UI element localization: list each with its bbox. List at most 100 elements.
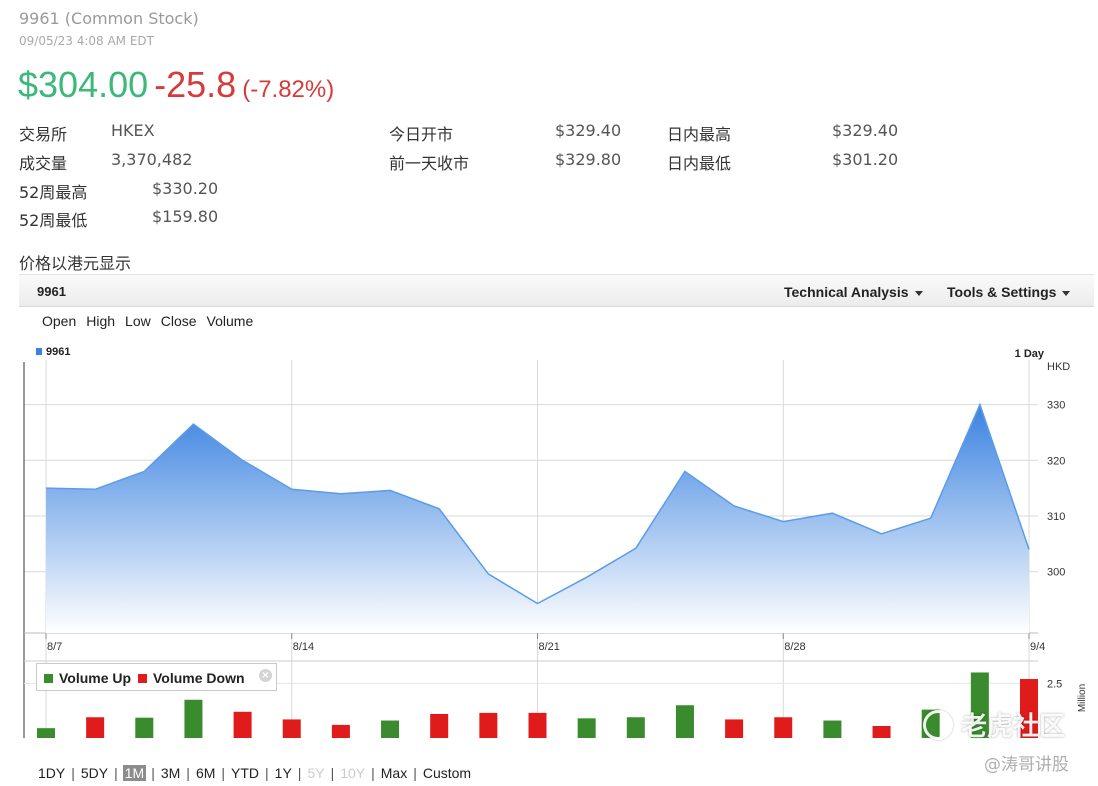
volume-bar-down (872, 725, 891, 738)
technical-analysis-label: Technical Analysis (784, 284, 909, 300)
stat-value: $329.40 (555, 121, 622, 140)
chart-header: 9961 Technical Analysis Tools & Settings (19, 274, 1094, 307)
stat-value: $159.80 (152, 207, 219, 226)
range-separator: | (297, 765, 302, 781)
volume-bar-up (135, 717, 154, 738)
ohlc-close-button[interactable]: Close (161, 313, 197, 329)
watermark-logo-text: 老虎社区 (961, 712, 1066, 742)
price-tick-label: 300 (1047, 567, 1065, 579)
stat-label: 前一天收市 (389, 154, 470, 173)
range-separator: | (265, 765, 269, 781)
volume-bar-down (528, 712, 547, 738)
volume-bar-down (233, 711, 252, 738)
volume-bar-down (479, 712, 498, 738)
stat-value: $329.40 (832, 121, 899, 140)
technical-analysis-menu[interactable]: Technical Analysis (784, 284, 923, 300)
tools-settings-label: Tools & Settings (947, 284, 1057, 300)
stat-value: $301.20 (832, 150, 899, 169)
price-change-percent: (-7.82%) (242, 76, 335, 103)
stat-value: $330.20 (152, 179, 219, 198)
stat-label: 交易所 (19, 125, 68, 144)
ohlc-open-button[interactable]: Open (42, 313, 76, 329)
volume-bar-up (184, 699, 203, 738)
price-change: -25.8 (154, 64, 237, 105)
ohlc-low-button[interactable]: Low (125, 313, 151, 329)
range-separator: | (151, 765, 155, 781)
date-tick-label: 8/14 (293, 641, 314, 653)
stat-label: 今日开市 (389, 125, 454, 144)
range-selector: 1DY | 5DY | 1M | 3M | 6M | YTD | 1Y | 5Y | 10Y | Max | Custo… (37, 765, 472, 781)
stat-value: 3,370,482 (111, 150, 193, 169)
volume-bar-up (823, 720, 842, 738)
legend-close-icon[interactable]: × (259, 669, 272, 682)
volume-tick-label: 2.5 (1047, 678, 1062, 690)
date-tick-label: 8/21 (539, 641, 560, 653)
price-tick-label: 330 (1047, 400, 1065, 412)
chart-symbol: 9961 (37, 284, 66, 299)
range-custom-button[interactable]: Custom (422, 765, 472, 781)
range-5dy-button[interactable]: 5DY (80, 765, 109, 781)
range-separator: | (114, 765, 118, 781)
stat-value: HKEX (111, 121, 155, 140)
interval-label: 1 Day (1015, 348, 1045, 360)
range-10y-button: 10Y (340, 765, 366, 781)
range-5y-button: 5Y (307, 765, 325, 781)
volume-bar-down (430, 713, 449, 738)
watermark-logo: 老虎社区 (923, 706, 1065, 743)
currency-note: 价格以港元显示 (19, 254, 132, 273)
stat-label: 52周最高 (19, 183, 88, 202)
volume-up-swatch-icon (44, 674, 53, 683)
range-separator: | (186, 765, 190, 781)
range-3m-button[interactable]: 3M (160, 765, 181, 781)
volume-unit-label: Million (1077, 684, 1088, 712)
tiger-logo-icon (923, 710, 953, 740)
range-1m-button[interactable]: 1M (122, 765, 147, 781)
last-price: $304.00 (18, 64, 149, 105)
volume-bar-down (774, 717, 793, 738)
range-separator: | (330, 765, 335, 781)
price-tick-label: 310 (1047, 511, 1065, 523)
volume-bar-up (381, 720, 400, 738)
date-tick-label: 8/28 (784, 641, 805, 653)
range-separator: | (71, 765, 75, 781)
volume-bar-down (86, 717, 105, 738)
stat-label: 52周最低 (19, 211, 88, 230)
stat-label: 成交量 (19, 154, 68, 173)
volume-legend: Volume Up Volume Down × (36, 663, 277, 691)
ohlc-high-button[interactable]: High (86, 313, 115, 329)
watermark-subtext: @涛哥讲股 (984, 755, 1069, 775)
volume-bar-down (331, 724, 350, 738)
legend-volume-up: Volume Up (44, 670, 131, 686)
date-tick-label: 9/4 (1030, 641, 1045, 653)
volume-bar-up (675, 705, 694, 738)
range-6m-button[interactable]: 6M (195, 765, 216, 781)
legend-volume-down: Volume Down (138, 670, 245, 686)
volume-down-swatch-icon (138, 674, 147, 683)
ohlc-menu: Open High Low Close Volume (42, 313, 263, 329)
volume-bar-down (725, 719, 744, 738)
caret-down-icon (1062, 290, 1071, 296)
range-max-button[interactable]: Max (380, 765, 408, 781)
ohlc-volume-button[interactable]: Volume (207, 313, 254, 329)
legend-volume-down-label: Volume Down (153, 670, 245, 686)
currency-axis-label: HKD (1047, 361, 1070, 373)
range-separator: | (371, 765, 375, 781)
range-1y-button[interactable]: 1Y (274, 765, 293, 781)
tools-settings-menu[interactable]: Tools & Settings (947, 284, 1071, 300)
legend-volume-up-label: Volume Up (59, 670, 132, 686)
range-ytd-button[interactable]: YTD (230, 765, 260, 781)
volume-bar-up (37, 728, 55, 738)
range-separator: | (413, 765, 417, 781)
volume-bar-down (282, 719, 301, 738)
series-label: 9961 (46, 346, 70, 358)
quote-row: $304.00 -25.8 (-7.82%) (18, 64, 334, 106)
range-1dy-button[interactable]: 1DY (37, 765, 66, 781)
volume-bar-up (577, 718, 596, 738)
stat-label: 日内最高 (667, 125, 732, 144)
stat-label: 日内最低 (667, 154, 732, 173)
date-tick-label: 8/7 (47, 641, 62, 653)
volume-bar-up (626, 717, 645, 738)
stock-name: 9961 (Common Stock) (19, 9, 199, 28)
stat-value: $329.80 (555, 150, 622, 169)
range-separator: | (221, 765, 226, 781)
